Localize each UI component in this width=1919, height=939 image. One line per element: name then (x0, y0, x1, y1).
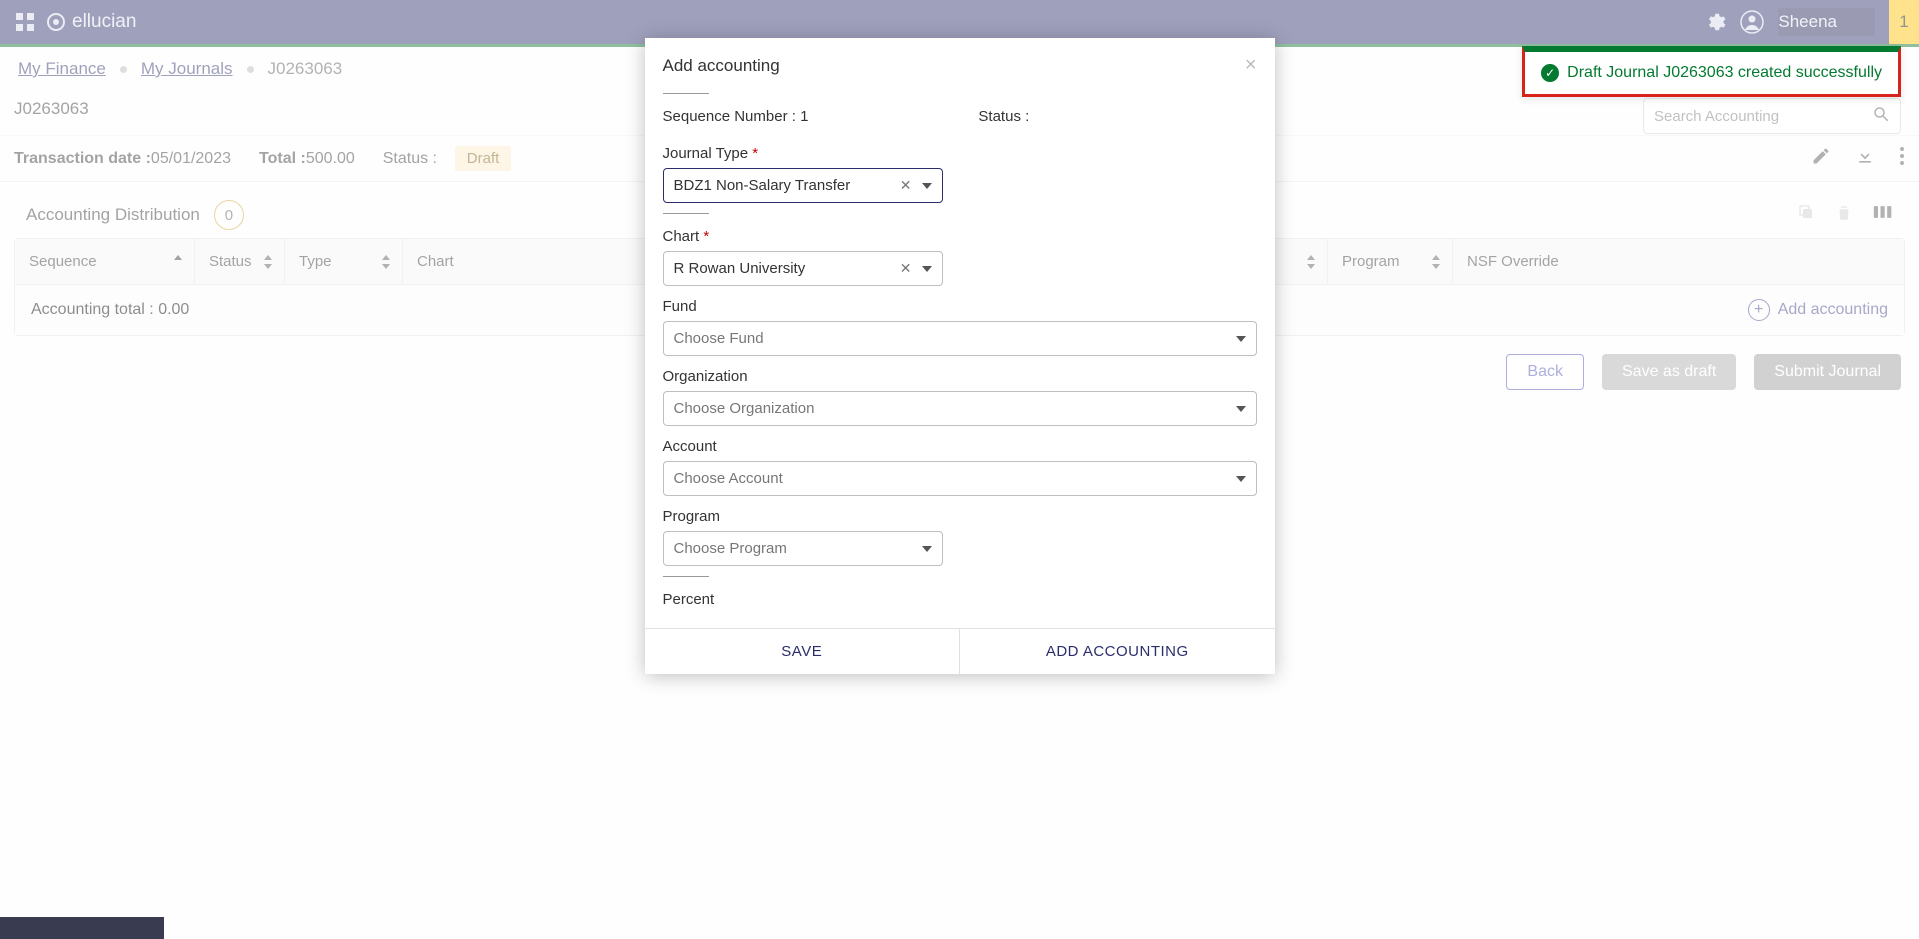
account-select[interactable]: Choose Account (663, 461, 1257, 496)
account-label: Account (663, 438, 1257, 455)
chart-label: Chart * (663, 228, 1257, 245)
program-select[interactable]: Choose Program (663, 531, 943, 566)
modal-status: Status : (978, 108, 1029, 125)
toast-message: Draft Journal J0263063 created successfu… (1567, 64, 1882, 82)
chevron-down-icon (1236, 406, 1246, 412)
journal-type-label: Journal Type * (663, 145, 1257, 162)
fund-label: Fund (663, 298, 1257, 315)
program-placeholder: Choose Program (674, 540, 787, 557)
close-icon[interactable]: × (1245, 54, 1257, 77)
fund-placeholder: Choose Fund (674, 330, 764, 347)
modal-title: Add accounting (663, 56, 780, 76)
journal-type-select[interactable]: BDZ1 Non-Salary Transfer ✕ (663, 168, 943, 203)
account-placeholder: Choose Account (674, 470, 783, 487)
chevron-down-icon (922, 183, 932, 189)
program-label: Program (663, 508, 1257, 525)
modal-save-button[interactable]: SAVE (645, 629, 960, 674)
chevron-down-icon (922, 546, 932, 552)
fund-select[interactable]: Choose Fund (663, 321, 1257, 356)
chart-value: R Rowan University (674, 260, 806, 277)
org-placeholder: Choose Organization (674, 400, 815, 417)
add-accounting-modal: Add accounting × Sequence Number : 1 Sta… (645, 38, 1275, 674)
success-toast: ✓ Draft Journal J0263063 created success… (1522, 46, 1901, 97)
chevron-down-icon (1236, 336, 1246, 342)
organization-label: Organization (663, 368, 1257, 385)
clear-icon[interactable]: ✕ (900, 177, 916, 194)
journal-type-value: BDZ1 Non-Salary Transfer (674, 177, 851, 194)
modal-footer: SAVE ADD ACCOUNTING (645, 628, 1275, 674)
chevron-down-icon (922, 266, 932, 272)
modal-add-accounting-button[interactable]: ADD ACCOUNTING (959, 629, 1275, 674)
chevron-down-icon (1236, 476, 1246, 482)
check-circle-icon: ✓ (1541, 64, 1559, 82)
footer-bar (0, 917, 164, 939)
clear-icon[interactable]: ✕ (900, 260, 916, 277)
chart-select[interactable]: R Rowan University ✕ (663, 251, 943, 286)
sequence-number: Sequence Number : 1 (663, 108, 809, 125)
percent-label: Percent (663, 591, 1257, 608)
organization-select[interactable]: Choose Organization (663, 391, 1257, 426)
